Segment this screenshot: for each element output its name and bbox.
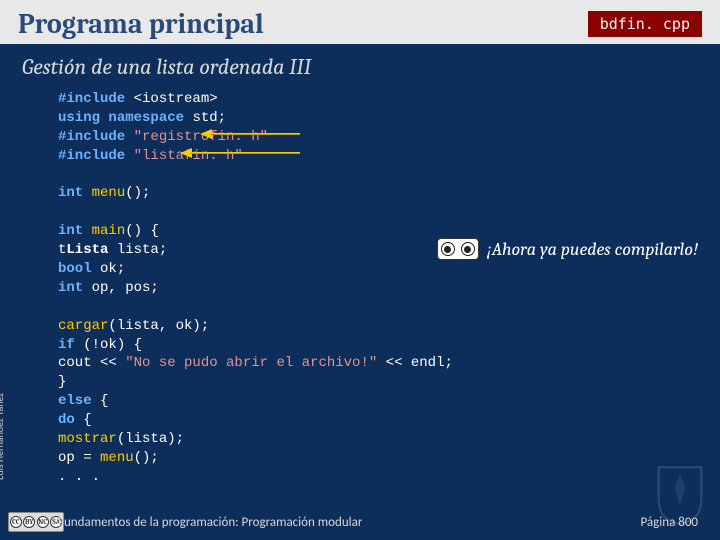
author-label: Luis Hernández Yáñez — [0, 393, 6, 480]
footer-page: Página 800 — [640, 515, 698, 530]
kw-include: #include — [58, 91, 125, 107]
kw-include3: #include — [58, 148, 125, 164]
subtitle: Gestión de una lista ordenada III — [0, 44, 720, 86]
kw-include2: #include — [58, 129, 125, 145]
footer-left: Fundamentos de la programación: Programa… — [58, 515, 362, 530]
cc-license-icon: CC BY NC SA — [8, 512, 64, 532]
title-bar: Programa principal bdfin. cpp — [0, 0, 720, 44]
eyes-icon — [437, 238, 479, 260]
kw-int2: int — [58, 223, 83, 239]
code-block: #include <iostream> using namespace std;… — [0, 86, 720, 487]
arrow-icon — [180, 150, 300, 156]
kw-int1: int — [58, 185, 83, 201]
callout: ¡Ahora ya puedes compilarlo! — [437, 238, 698, 260]
page-title: Programa principal — [18, 8, 264, 40]
filename-badge: bdfin. cpp — [588, 11, 702, 37]
callout-text: ¡Ahora ya puedes compilarlo! — [487, 239, 698, 260]
arrow-icon — [200, 131, 300, 137]
kw-using: using — [58, 110, 100, 126]
footer: Fundamentos de la programación: Programa… — [58, 515, 698, 530]
